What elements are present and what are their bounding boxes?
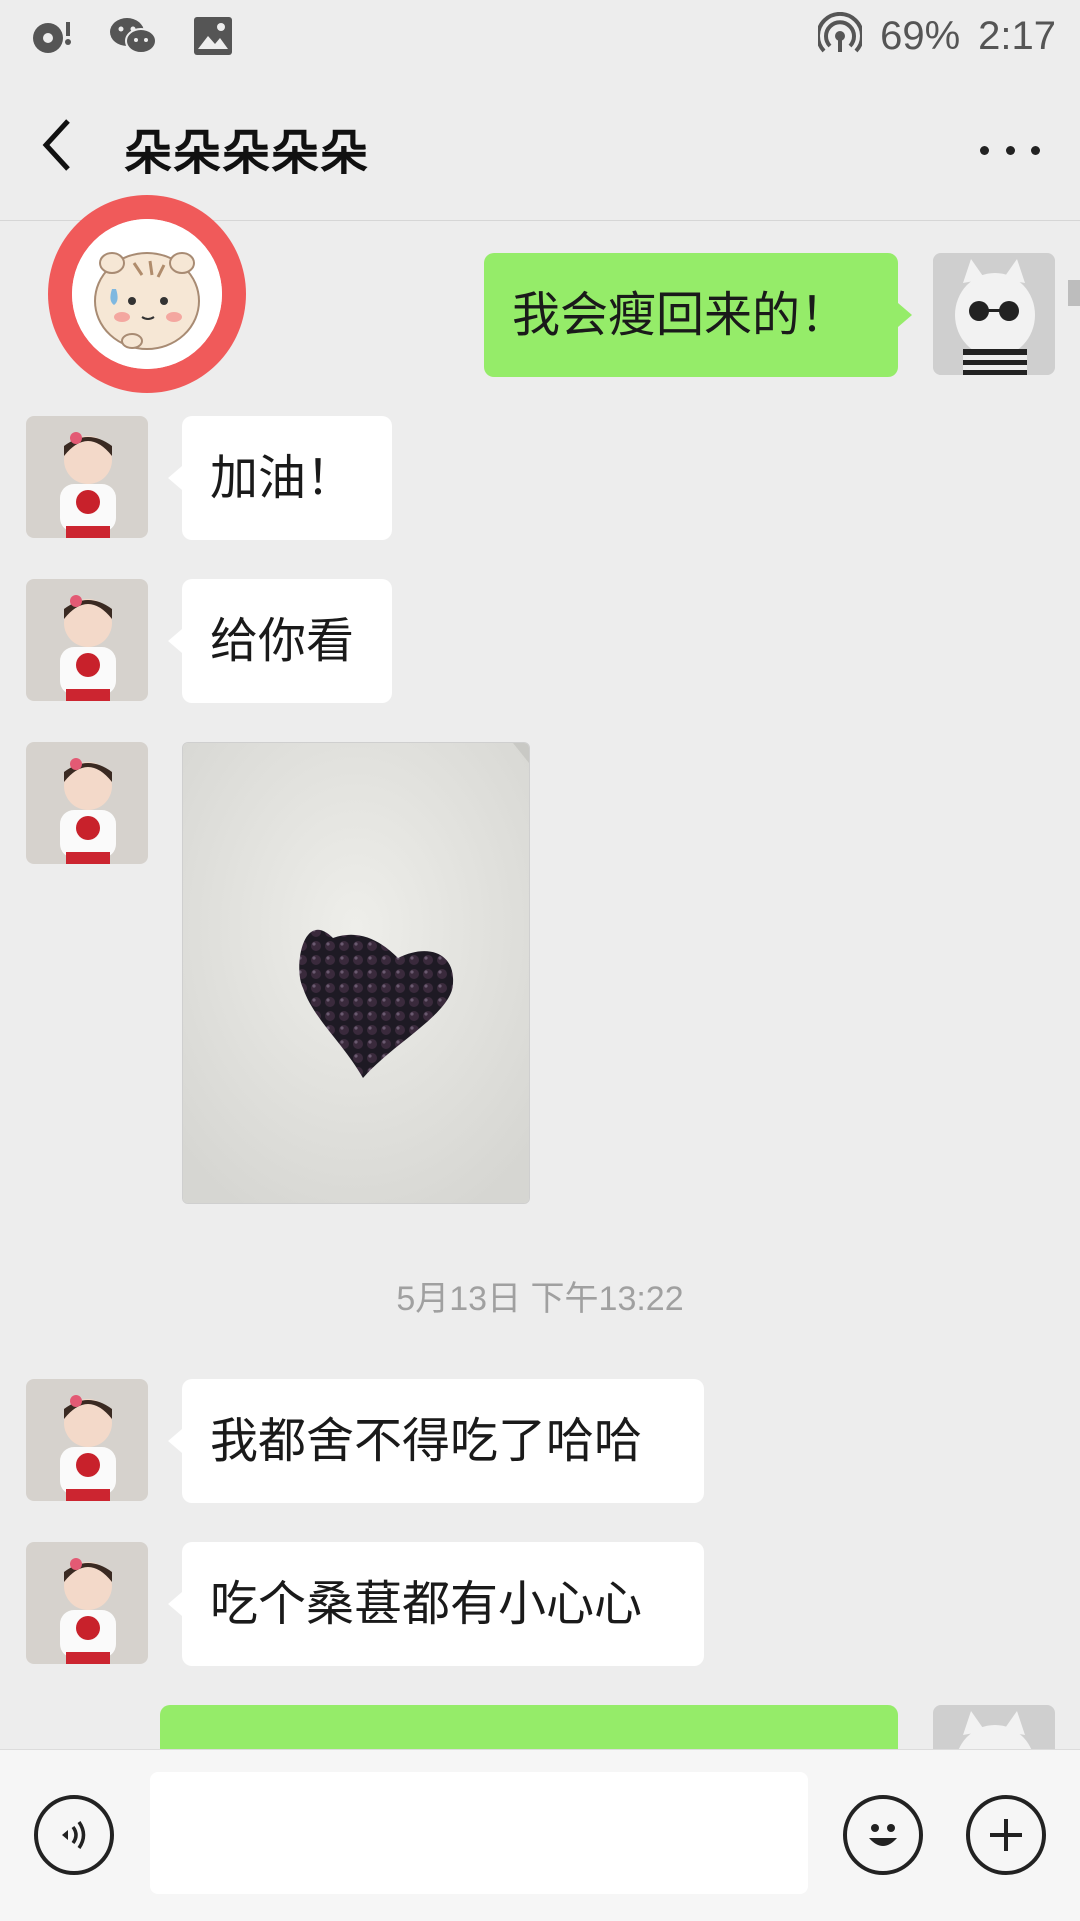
my-avatar[interactable] (933, 1705, 1055, 1749)
hamster-sticker-icon (72, 219, 222, 369)
clock: 2:17 (978, 13, 1056, 58)
message-bubble-outgoing[interactable]: 我会瘦回来的！ (484, 253, 912, 377)
chevron-left-icon (42, 119, 70, 171)
emoji-button[interactable] (843, 1795, 923, 1875)
voice-button[interactable] (34, 1795, 114, 1875)
more-button[interactable] (980, 125, 1040, 175)
message-bubble-incoming[interactable]: 吃个桑葚都有小心心 (168, 1542, 704, 1666)
contact-avatar[interactable] (26, 742, 148, 864)
message-text: 我都舍不得吃了哈哈 (210, 1413, 643, 1469)
message-input[interactable] (150, 1772, 808, 1894)
message-text: 我会瘦回来的！ (512, 287, 849, 343)
plus-icon (990, 1819, 1022, 1851)
my-avatar[interactable] (933, 253, 1055, 375)
message-text: 加油！ (210, 450, 355, 506)
message-bubble-outgoing[interactable] (160, 1705, 898, 1749)
chat-input-bar (0, 1749, 1080, 1921)
emoji-icon (869, 1824, 897, 1846)
battery-percent: 69% (880, 13, 961, 58)
more-dots-icon (980, 145, 989, 155)
message-bubble-incoming[interactable]: 给你看 (168, 579, 392, 703)
message-timestamp: 5月13日 下午13:22 (396, 1280, 684, 1318)
contact-avatar[interactable] (26, 579, 148, 701)
message-bubble-incoming[interactable]: 加油！ (168, 416, 392, 540)
hotspot-icon (816, 11, 865, 60)
scroll-indicator[interactable] (1068, 280, 1080, 306)
voice-icon (62, 1821, 86, 1849)
message-text: 给你看 (210, 613, 355, 669)
image-icon (188, 14, 238, 58)
wechat-icon (108, 14, 158, 58)
message-text: 吃个桑葚都有小心心 (210, 1576, 643, 1632)
chat-title: 朵朵朵朵朵 (124, 125, 370, 181)
back-button[interactable] (38, 115, 88, 185)
floating-sticker[interactable] (48, 195, 246, 393)
status-bar: 69% 2:17 (0, 0, 1080, 75)
message-list[interactable]: 我会瘦回来的！ 加油！ 给你看 5月13日 下午13:22 我都舍不得吃了哈哈 … (0, 221, 1080, 1749)
contact-avatar[interactable] (26, 1379, 148, 1501)
contact-avatar[interactable] (26, 416, 148, 538)
contact-avatar[interactable] (26, 1542, 148, 1664)
more-functions-button[interactable] (966, 1795, 1046, 1875)
message-photo[interactable] (182, 742, 530, 1204)
music-notification-icon (28, 14, 78, 58)
message-bubble-incoming[interactable]: 我都舍不得吃了哈哈 (168, 1379, 704, 1503)
heart-mulberry-photo (183, 743, 529, 1203)
